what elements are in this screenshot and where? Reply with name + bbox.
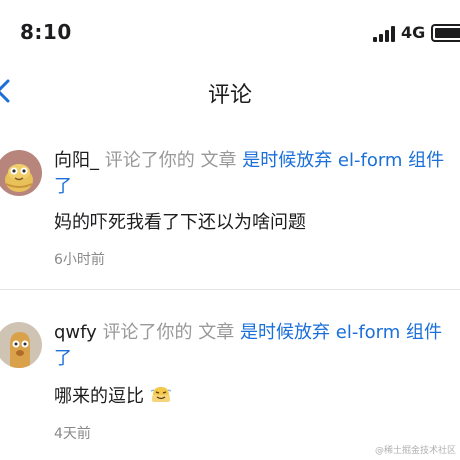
comment-action: 评论了你的 文章 [104, 150, 237, 171]
divider [0, 289, 460, 290]
comment-text: 哪来的逗比 [54, 386, 144, 407]
battery-icon [431, 24, 460, 42]
comment-time: 6小时前 [54, 252, 105, 268]
comment-header: 向阳_ 评论了你的 文章 是时候放弃 el-form 组件了 [54, 148, 446, 200]
signal-icon [373, 26, 395, 42]
comment-content-row: 哪来的逗比 [54, 384, 172, 410]
avatar-image [0, 150, 42, 196]
comment-text: 妈的吓死我看了下还以为啥问题 [54, 212, 306, 233]
network-type: 4G [401, 23, 426, 42]
comment-action: 评论了你的 文章 [102, 322, 235, 343]
laughing-emoji-icon [150, 387, 171, 402]
comment-time: 4天前 [54, 426, 91, 442]
status-time: 8:10 [20, 20, 72, 44]
comment-username[interactable]: qwfy [54, 322, 97, 343]
avatar[interactable] [0, 322, 42, 368]
status-bar: 8:10 4G [0, 0, 460, 64]
comment-header: qwfy 评论了你的 文章 是时候放弃 el-form 组件了 [54, 320, 446, 372]
avatar[interactable] [0, 150, 42, 196]
page-title: 评论 [207, 83, 252, 108]
avatar-image [0, 322, 42, 368]
watermark: @稀土掘金技术社区 [374, 446, 456, 456]
comment-username[interactable]: 向阳_ [54, 150, 99, 171]
